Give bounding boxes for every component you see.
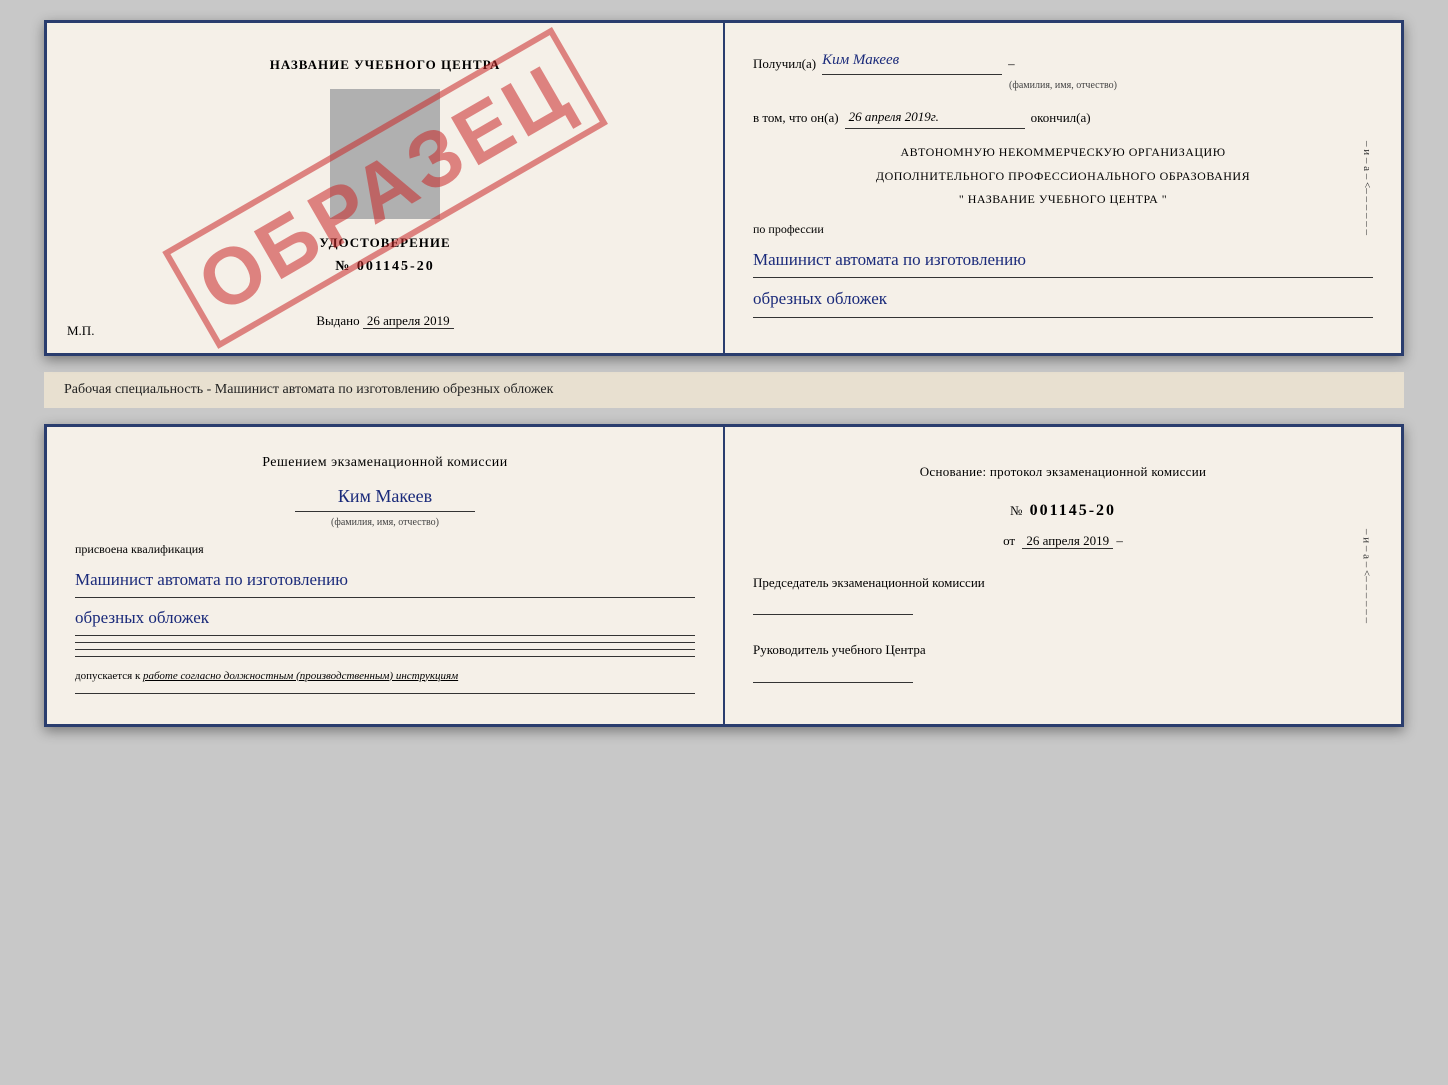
po-professii-label: по профессии <box>753 219 1373 241</box>
vtom-value: 26 апреля 2019г. <box>845 105 1025 129</box>
blank-line-3 <box>75 656 695 657</box>
protocol-number: 001145-20 <box>1030 502 1116 519</box>
right-edge-dashes: – и – а – <– – – – – – <box>1356 141 1376 235</box>
resheniem-header: Решением экзаменационной комиссии <box>75 451 695 475</box>
bottom-name: Ким Макеев <box>295 481 475 513</box>
bottom-doc-left: Решением экзаменационной комиссии Ким Ма… <box>47 427 725 724</box>
bottom-doc-right: Основание: протокол экзаменационной коми… <box>725 427 1401 724</box>
mp-label: М.П. <box>67 323 94 339</box>
predsedatel-label: Председатель экзаменационной комиссии <box>753 572 1373 594</box>
between-text: Рабочая специальность - Машинист автомат… <box>64 382 553 397</box>
doc-number: № 001145-20 <box>335 259 434 275</box>
kvali-line2: обрезных обложек <box>75 602 695 636</box>
top-doc-right: Получил(а) Ким Макеев – (фамилия, имя, о… <box>725 23 1401 353</box>
ot-value: 26 апреля 2019 <box>1022 533 1113 549</box>
poluchil-sub: (фамилия, имя, отчество) <box>753 77 1373 95</box>
ot-dash: – <box>1116 533 1123 548</box>
protocol-section: Основание: протокол экзаменационной коми… <box>753 451 1373 683</box>
prisvoena-label: присвоена квалификация <box>75 539 695 559</box>
poluchil-label: Получил(а) <box>753 52 816 75</box>
number-symbol: № <box>1010 503 1022 518</box>
poluchil-line: Получил(а) Ким Макеев – <box>753 47 1373 75</box>
name-sub: (фамилия, имя, отчество) <box>75 514 695 531</box>
protocol-number-line: № 001145-20 <box>753 497 1373 524</box>
vtom-line: в том, что он(а) 26 апреля 2019г. окончи… <box>753 105 1373 129</box>
okончил-label: окончил(а) <box>1031 106 1091 129</box>
dopusk-block: допускается к работе согласно должностны… <box>75 667 695 686</box>
bottom-document: Решением экзаменационной комиссии Ким Ма… <box>44 424 1404 727</box>
ot-label: от <box>1003 533 1015 548</box>
profession-line1: Машинист автомата по изготовлению <box>753 243 1373 279</box>
vydano-line: Выдано 26 апреля 2019 <box>316 313 453 329</box>
vydano-label: Выдано <box>316 313 359 328</box>
photo-placeholder <box>330 89 440 219</box>
predsedatel-block: Председатель экзаменационной комиссии <box>753 572 1373 615</box>
top-left-title: НАЗВАНИЕ УЧЕБНОГО ЦЕНТРА <box>270 57 501 73</box>
right-edge-dashes-bottom: – и – а – <– – – – – – <box>1357 529 1376 623</box>
rukovoditel-sig-line <box>753 682 913 683</box>
top-document: НАЗВАНИЕ УЧЕБНОГО ЦЕНТРА УДОСТОВЕРЕНИЕ №… <box>44 20 1404 356</box>
protocol-date-line: от 26 апреля 2019 – <box>753 530 1373 552</box>
poluchil-value: Ким Макеев <box>822 47 1002 75</box>
rukovoditel-block: Руководитель учебного Центра <box>753 639 1373 682</box>
org-line1: АВТОНОМНУЮ НЕКОММЕРЧЕСКУЮ ОРГАНИЗАЦИЮ <box>753 143 1373 162</box>
between-docs-text: Рабочая специальность - Машинист автомат… <box>44 372 1404 408</box>
vydano-date: 26 апреля 2019 <box>363 313 454 329</box>
org-line3: " НАЗВАНИЕ УЧЕБНОГО ЦЕНТРА " <box>753 190 1373 209</box>
dopusk-value: работе согласно должностным (производств… <box>143 670 458 682</box>
blank-line-2 <box>75 649 695 650</box>
top-doc-left: НАЗВАНИЕ УЧЕБНОГО ЦЕНТРА УДОСТОВЕРЕНИЕ №… <box>47 23 725 353</box>
kvali-line1: Машинист автомата по изготовлению <box>75 564 695 598</box>
rukovoditel-label: Руководитель учебного Центра <box>753 639 1373 661</box>
dopusk-label: допускается к <box>75 670 140 682</box>
dash: – <box>1008 52 1015 75</box>
udostoverenie-label: УДОСТОВЕРЕНИЕ <box>319 235 450 251</box>
osnovanie-label: Основание: протокол экзаменационной коми… <box>753 461 1373 483</box>
profession-line2: обрезных обложек <box>753 282 1373 318</box>
blank-line-1 <box>75 642 695 643</box>
org-line2: ДОПОЛНИТЕЛЬНОГО ПРОФЕССИОНАЛЬНОГО ОБРАЗО… <box>753 167 1373 186</box>
predsedatel-sig-line <box>753 614 913 615</box>
vtom-label: в том, что он(а) <box>753 106 839 129</box>
org-block: АВТОНОМНУЮ НЕКОММЕРЧЕСКУЮ ОРГАНИЗАЦИЮ ДО… <box>753 143 1373 209</box>
blank-line-4 <box>75 693 695 694</box>
